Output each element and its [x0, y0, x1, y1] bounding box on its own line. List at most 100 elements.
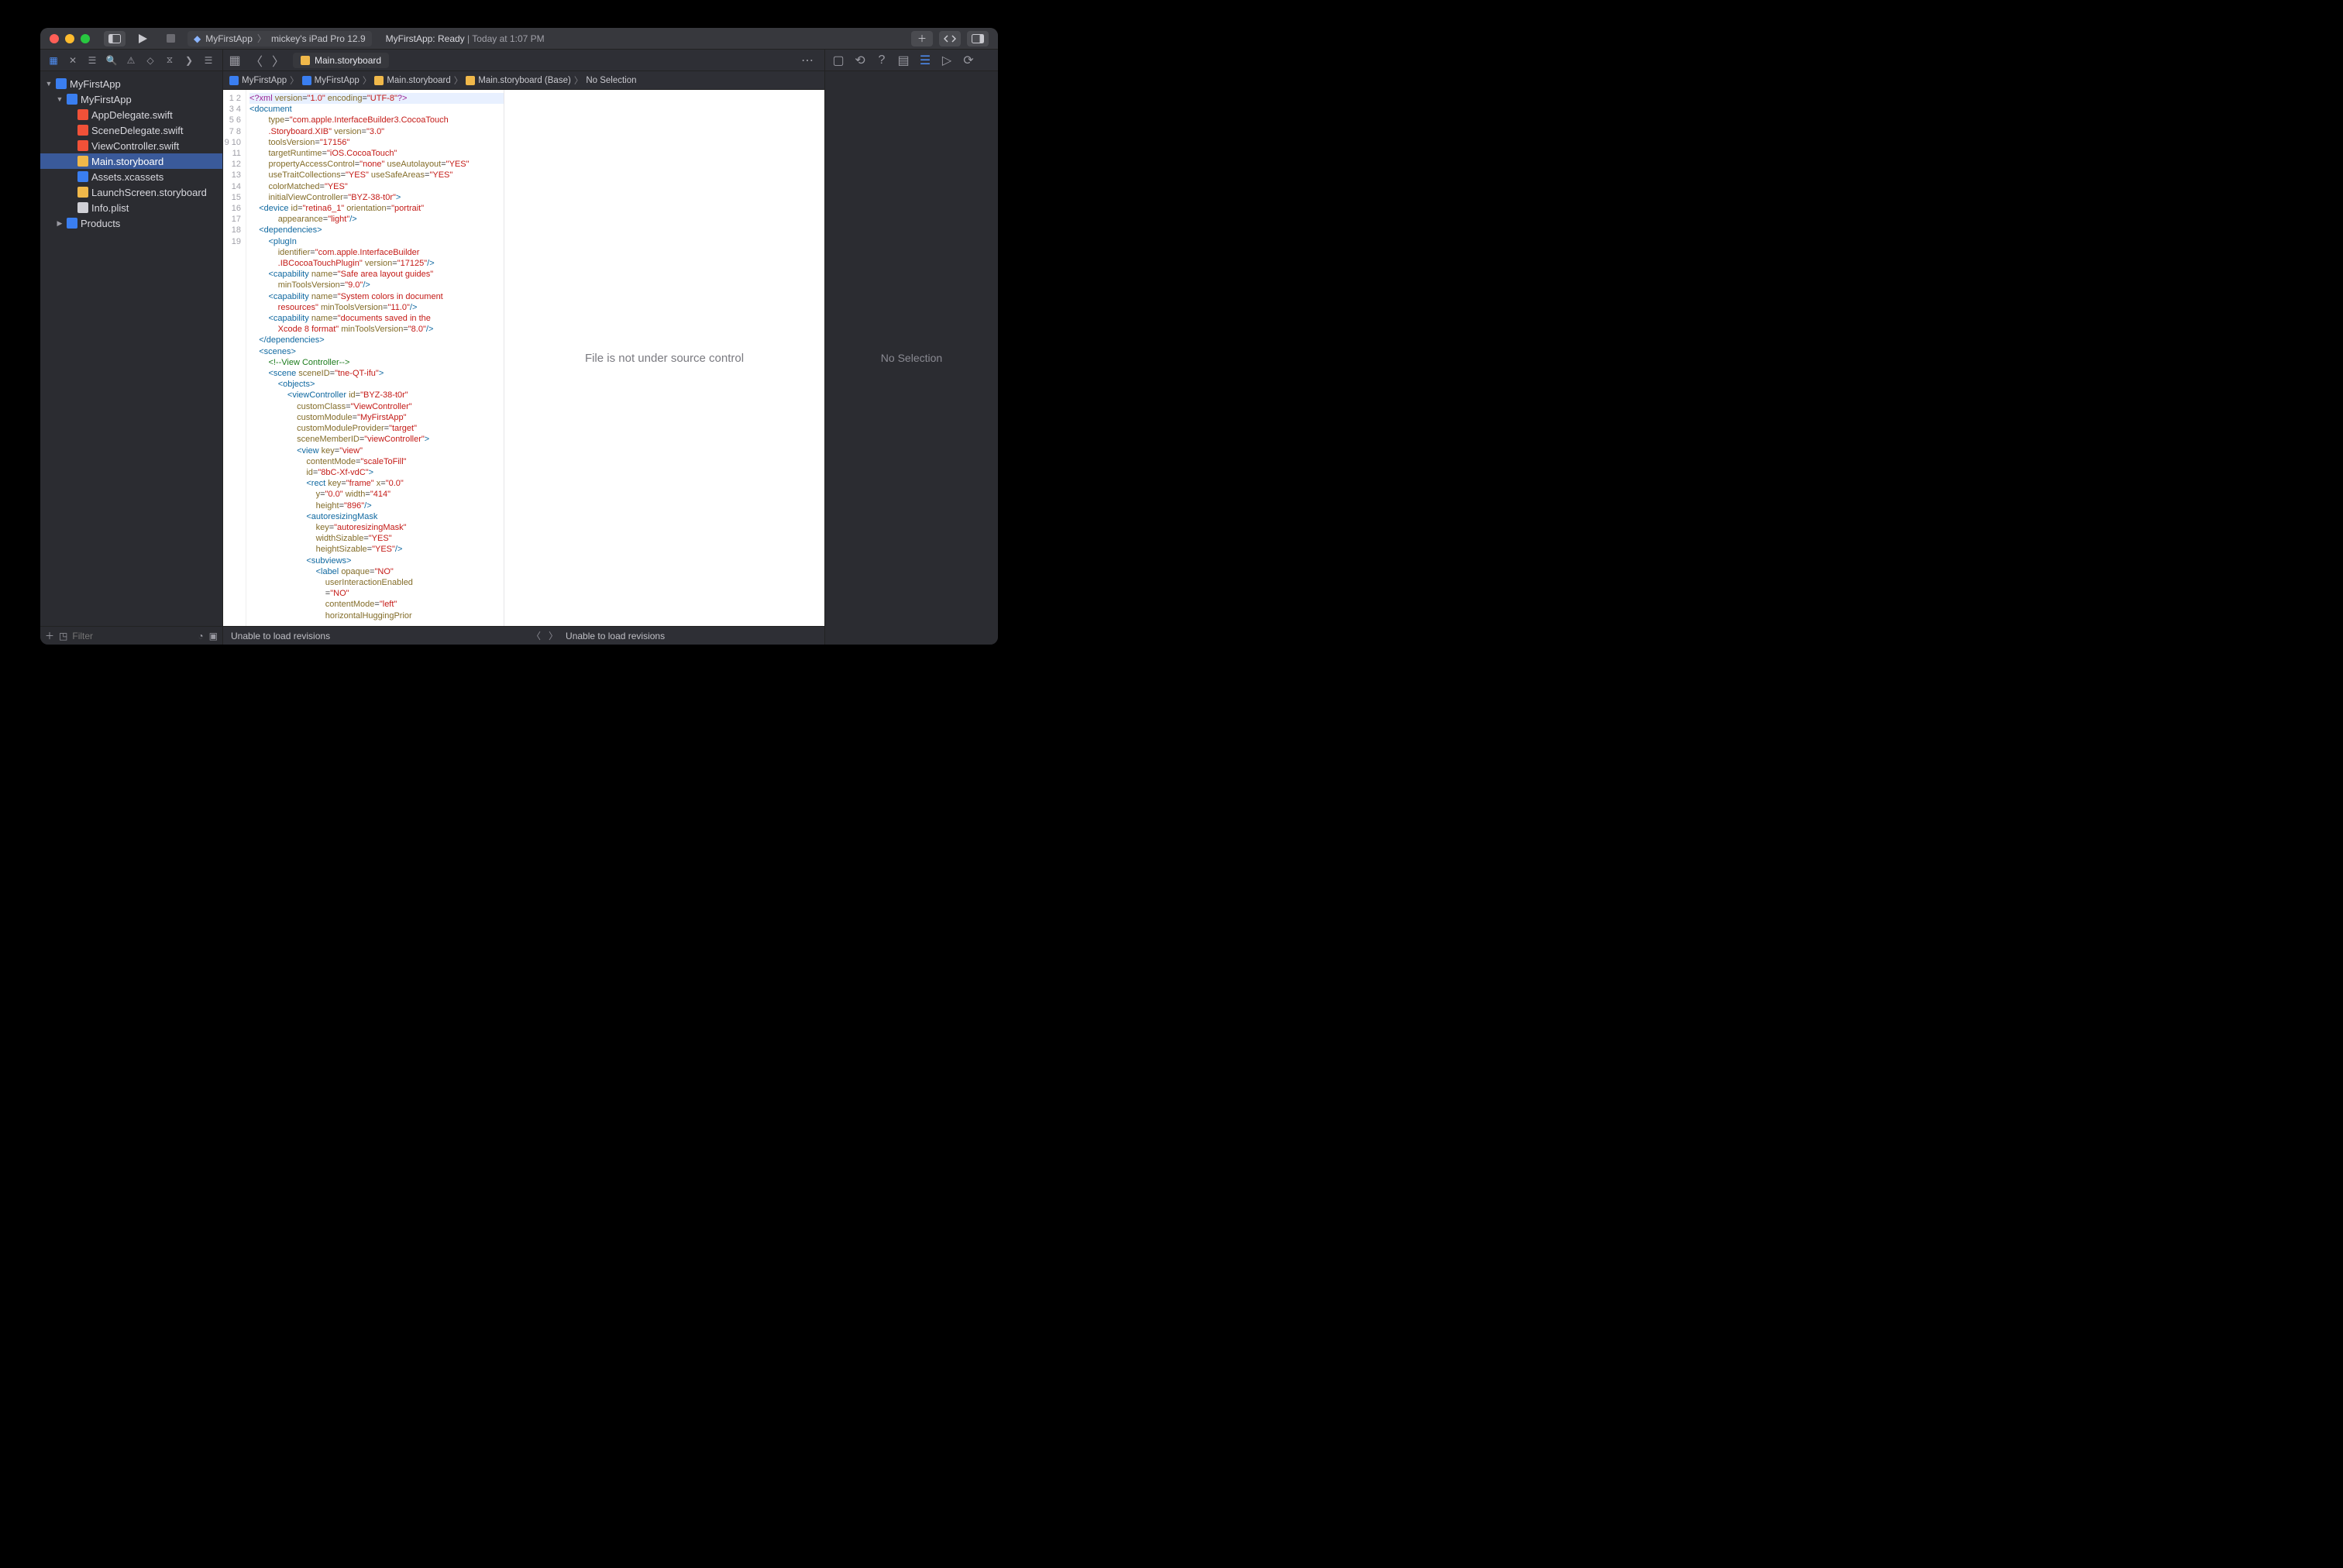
project-icon	[56, 78, 67, 89]
jump-group[interactable]: MyFirstApp	[315, 76, 360, 85]
disclosure-triangle-icon[interactable]: ▶	[56, 219, 64, 228]
jump-file[interactable]: Main.storyboard	[387, 76, 450, 85]
revisions-left-label: Unable to load revisions	[231, 631, 330, 641]
file-icon	[77, 125, 88, 136]
recent-filter-icon[interactable]: ◔	[197, 631, 204, 641]
sidebar-left-icon	[108, 34, 121, 43]
breakpoint-navigator-icon[interactable]: ❯	[182, 53, 196, 67]
tab-label: Main.storyboard	[315, 55, 381, 66]
file-row[interactable]: LaunchScreen.storyboard	[40, 184, 222, 200]
editor-tab-bar: ▦ 〈 〉 Main.storyboard ⋯	[223, 50, 824, 70]
tree-products[interactable]: ▶ Products	[40, 215, 222, 231]
revisions-right-label: Unable to load revisions	[566, 631, 665, 641]
help-inspector-icon[interactable]: ?	[875, 53, 889, 67]
file-row[interactable]: AppDelegate.swift	[40, 107, 222, 122]
prev-change-button[interactable]: 〈	[532, 629, 541, 642]
jump-base[interactable]: Main.storyboard (Base)	[478, 76, 571, 85]
issue-navigator-icon[interactable]: ⚠	[124, 53, 138, 67]
folder-icon	[67, 218, 77, 229]
activity-status: MyFirstApp: Ready | Today at 1:07 PM	[386, 33, 545, 44]
disclosure-triangle-icon[interactable]: ▼	[56, 95, 64, 103]
stop-button[interactable]	[160, 31, 181, 46]
nav-forward-button[interactable]: 〉	[271, 51, 285, 70]
debug-navigator-icon[interactable]: ⧖	[163, 53, 177, 67]
test-navigator-icon[interactable]: ◇	[143, 53, 157, 67]
file-row[interactable]: Main.storyboard	[40, 153, 222, 169]
source-control-navigator-icon[interactable]: ✕	[66, 53, 80, 67]
nav-back-button[interactable]: 〈	[249, 51, 263, 70]
stop-icon	[167, 34, 175, 43]
file-label: Main.storyboard	[91, 156, 163, 167]
status-prefix: MyFirstApp:	[386, 33, 435, 44]
play-icon	[138, 34, 147, 43]
status-time: Today at 1:07 PM	[472, 33, 544, 44]
storyboard-file-icon	[301, 56, 310, 65]
file-row[interactable]: Assets.xcassets	[40, 169, 222, 184]
file-icon	[77, 171, 88, 182]
project-icon	[229, 76, 239, 85]
tree-root[interactable]: ▼ MyFirstApp	[40, 76, 222, 91]
toggle-inspector-button[interactable]	[967, 31, 989, 46]
titlebar: ◆ MyFirstApp 〉 mickey's iPad Pro 12.9 My…	[40, 28, 998, 50]
project-navigator-icon[interactable]: ▦	[46, 53, 60, 67]
tab-main-storyboard[interactable]: Main.storyboard	[293, 53, 389, 68]
identity-inspector-icon[interactable]: ▤	[896, 53, 910, 68]
inspector-message: No Selection	[881, 352, 942, 364]
jump-bar[interactable]: MyFirstApp 〉 MyFirstApp 〉 Main.storyboar…	[223, 71, 824, 90]
add-icon[interactable]: ＋	[45, 629, 54, 642]
arrows-left-right-icon	[944, 35, 956, 43]
file-icon	[77, 187, 88, 198]
source-editor[interactable]: 1 2 3 4 5 6 7 8 9 10 11 12 13 14 15 16 1…	[223, 90, 504, 626]
file-inspector-icon[interactable]: ▢	[831, 53, 845, 68]
file-row[interactable]: SceneDelegate.swift	[40, 122, 222, 138]
scheme-device-label: mickey's iPad Pro 12.9	[271, 33, 366, 44]
xcode-window: ◆ MyFirstApp 〉 mickey's iPad Pro 12.9 My…	[40, 28, 998, 645]
file-label: LaunchScreen.storyboard	[91, 187, 207, 198]
disclosure-triangle-icon[interactable]: ▼	[45, 80, 53, 88]
connections-inspector-icon[interactable]: ⟳	[962, 53, 975, 68]
toggle-navigator-button[interactable]	[104, 31, 126, 46]
navigator-filter-bar: ＋ ◳ ◔ ▣	[40, 626, 222, 645]
file-icon	[77, 109, 88, 120]
tree-group[interactable]: ▼ MyFirstApp	[40, 91, 222, 107]
run-button[interactable]	[132, 31, 153, 46]
file-label: SceneDelegate.swift	[91, 125, 184, 136]
related-items-icon[interactable]: ▦	[228, 53, 242, 68]
editor-options-icon[interactable]: ⋯	[801, 53, 820, 68]
inspector-selector: ▢ ⟲ ? ▤ ☰ ▷ ⟳	[824, 50, 998, 70]
chevron-right-icon: 〉	[290, 74, 299, 87]
next-change-button[interactable]: 〉	[549, 629, 558, 642]
attributes-inspector-icon[interactable]: ☰	[918, 53, 932, 68]
window-controls	[50, 34, 90, 43]
filter-input[interactable]	[72, 631, 192, 641]
inspector-panel: No Selection	[824, 71, 998, 645]
filter-scope-icon[interactable]: ◳	[59, 631, 67, 641]
storyboard-file-icon	[466, 76, 475, 85]
code-content[interactable]: <?xml version="1.0" encoding="UTF-8"?> <…	[246, 90, 504, 626]
scheme-selector[interactable]: ◆ MyFirstApp 〉 mickey's iPad Pro 12.9	[188, 31, 372, 46]
minimize-window-button[interactable]	[65, 34, 74, 43]
close-window-button[interactable]	[50, 34, 59, 43]
library-button[interactable]: ＋	[911, 31, 933, 46]
jump-selection[interactable]: No Selection	[586, 76, 636, 85]
navigator-selector: ▦ ✕ ☰ 🔍 ⚠ ◇ ⧖ ❯ ☰	[40, 50, 223, 70]
report-navigator-icon[interactable]: ☰	[201, 53, 215, 67]
size-inspector-icon[interactable]: ▷	[940, 53, 954, 68]
history-inspector-icon[interactable]: ⟲	[853, 53, 867, 68]
file-label: Assets.xcassets	[91, 171, 163, 183]
editor-area: MyFirstApp 〉 MyFirstApp 〉 Main.storyboar…	[223, 71, 824, 645]
file-icon	[77, 156, 88, 167]
storyboard-file-icon	[374, 76, 384, 85]
file-icon	[77, 202, 88, 213]
symbol-navigator-icon[interactable]: ☰	[85, 53, 99, 67]
code-review-button[interactable]	[939, 31, 961, 46]
file-row[interactable]: Info.plist	[40, 200, 222, 215]
find-navigator-icon[interactable]: 🔍	[105, 53, 119, 67]
jump-project[interactable]: MyFirstApp	[242, 76, 287, 85]
chevron-right-icon: 〉	[257, 32, 267, 45]
file-tree[interactable]: ▼ MyFirstApp ▼ MyFirstApp AppDelegate.sw…	[40, 71, 222, 626]
scm-filter-icon[interactable]: ▣	[209, 631, 218, 641]
file-row[interactable]: ViewController.swift	[40, 138, 222, 153]
zoom-window-button[interactable]	[81, 34, 90, 43]
editor-split: 1 2 3 4 5 6 7 8 9 10 11 12 13 14 15 16 1…	[223, 90, 824, 626]
